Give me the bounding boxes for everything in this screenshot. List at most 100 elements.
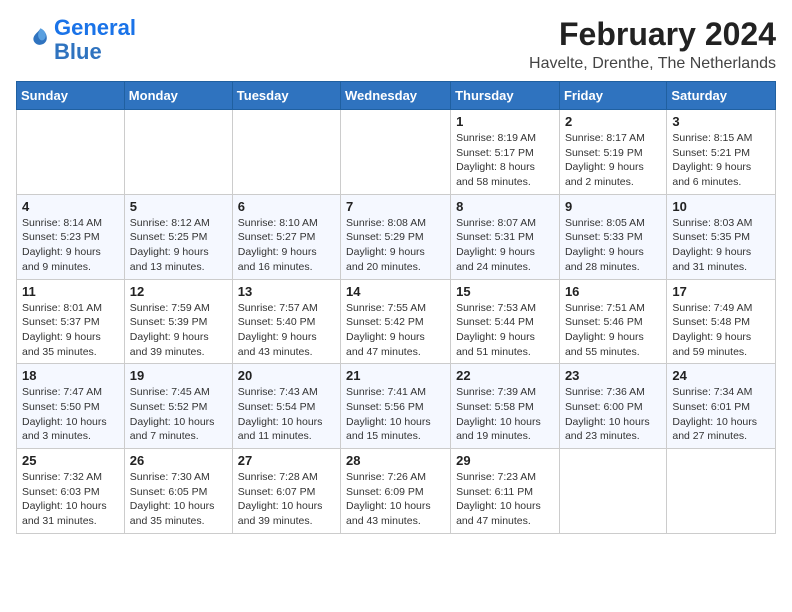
day-number: 25: [22, 453, 119, 468]
weekday-header-tuesday: Tuesday: [232, 82, 340, 110]
day-number: 28: [346, 453, 445, 468]
calendar-cell: 25 Sunrise: 7:32 AM Sunset: 6:03 PM Dayli…: [17, 449, 125, 534]
day-info: Sunrise: 7:34 AM Sunset: 6:01 PM Dayligh…: [672, 385, 770, 444]
calendar-cell: 10 Sunrise: 8:03 AM Sunset: 5:35 PM Dayli…: [667, 194, 776, 279]
day-info: Sunrise: 8:10 AM Sunset: 5:27 PM Dayligh…: [238, 216, 335, 275]
logo-icon: [18, 22, 50, 54]
day-number: 14: [346, 284, 445, 299]
weekday-header-friday: Friday: [559, 82, 666, 110]
logo: GeneralBlue: [16, 16, 136, 64]
calendar-cell: 4 Sunrise: 8:14 AM Sunset: 5:23 PM Daylig…: [17, 194, 125, 279]
calendar-cell: 18Sunrise: 7:47 AM Sunset: 5:50 PM Dayli…: [17, 364, 125, 449]
day-info: Sunrise: 8:14 AM Sunset: 5:23 PM Dayligh…: [22, 216, 119, 275]
calendar-cell: 22Sunrise: 7:39 AM Sunset: 5:58 PM Dayli…: [451, 364, 560, 449]
location-subtitle: Havelte, Drenthe, The Netherlands: [529, 55, 776, 73]
day-info: Sunrise: 8:07 AM Sunset: 5:31 PM Dayligh…: [456, 216, 554, 275]
weekday-header-saturday: Saturday: [667, 82, 776, 110]
calendar-cell: 24Sunrise: 7:34 AM Sunset: 6:01 PM Dayli…: [667, 364, 776, 449]
day-number: 2: [565, 114, 661, 129]
weekday-header-monday: Monday: [124, 82, 232, 110]
weekday-header-wednesday: Wednesday: [341, 82, 451, 110]
day-info: Sunrise: 7:28 AM Sunset: 6:07 PM Dayligh…: [238, 470, 335, 529]
day-info: Sunrise: 7:30 AM Sunset: 6:05 PM Dayligh…: [130, 470, 227, 529]
calendar-cell: [341, 110, 451, 195]
day-number: 15: [456, 284, 554, 299]
day-info: Sunrise: 7:59 AM Sunset: 5:39 PM Dayligh…: [130, 301, 227, 360]
calendar-cell: 20 Sunrise: 7:43 AM Sunset: 5:54 PM Dayli…: [232, 364, 340, 449]
calendar-week-row: 4 Sunrise: 8:14 AM Sunset: 5:23 PM Daylig…: [17, 194, 776, 279]
page-header: GeneralBlue February 2024 Havelte, Drent…: [16, 16, 776, 73]
day-number: 13: [238, 284, 335, 299]
calendar-cell: [667, 449, 776, 534]
day-info: Sunrise: 8:01 AM Sunset: 5:37 PM Dayligh…: [22, 301, 119, 360]
calendar-cell: 27 Sunrise: 7:28 AM Sunset: 6:07 PM Dayli…: [232, 449, 340, 534]
day-info: Sunrise: 7:47 AM Sunset: 5:50 PM Dayligh…: [22, 385, 119, 444]
day-number: 12: [130, 284, 227, 299]
day-info: Sunrise: 8:15 AM Sunset: 5:21 PM Dayligh…: [672, 131, 770, 190]
calendar-cell: 16 Sunrise: 7:51 AM Sunset: 5:46 PM Dayli…: [559, 279, 666, 364]
day-number: 17: [672, 284, 770, 299]
day-number: 5: [130, 199, 227, 214]
calendar-header-row: SundayMondayTuesdayWednesdayThursdayFrid…: [17, 82, 776, 110]
day-info: Sunrise: 8:12 AM Sunset: 5:25 PM Dayligh…: [130, 216, 227, 275]
calendar-cell: 11 Sunrise: 8:01 AM Sunset: 5:37 PM Dayli…: [17, 279, 125, 364]
day-number: 29: [456, 453, 554, 468]
day-number: 3: [672, 114, 770, 129]
day-info: Sunrise: 7:51 AM Sunset: 5:46 PM Dayligh…: [565, 301, 661, 360]
calendar-cell: 5 Sunrise: 8:12 AM Sunset: 5:25 PM Daylig…: [124, 194, 232, 279]
calendar-cell: 23Sunrise: 7:36 AM Sunset: 6:00 PM Dayli…: [559, 364, 666, 449]
weekday-header-thursday: Thursday: [451, 82, 560, 110]
calendar-cell: 21 Sunrise: 7:41 AM Sunset: 5:56 PM Dayli…: [341, 364, 451, 449]
day-number: 1: [456, 114, 554, 129]
day-info: Sunrise: 8:08 AM Sunset: 5:29 PM Dayligh…: [346, 216, 445, 275]
day-number: 20: [238, 368, 335, 383]
calendar-cell: 2 Sunrise: 8:17 AM Sunset: 5:19 PM Daylig…: [559, 110, 666, 195]
day-number: 26: [130, 453, 227, 468]
day-info: Sunrise: 8:03 AM Sunset: 5:35 PM Dayligh…: [672, 216, 770, 275]
day-number: 27: [238, 453, 335, 468]
day-info: Sunrise: 7:53 AM Sunset: 5:44 PM Dayligh…: [456, 301, 554, 360]
calendar-week-row: 18Sunrise: 7:47 AM Sunset: 5:50 PM Dayli…: [17, 364, 776, 449]
calendar-cell: 28 Sunrise: 7:26 AM Sunset: 6:09 PM Dayli…: [341, 449, 451, 534]
calendar-cell: 14 Sunrise: 7:55 AM Sunset: 5:42 PM Dayli…: [341, 279, 451, 364]
calendar-cell: 12 Sunrise: 7:59 AM Sunset: 5:39 PM Dayli…: [124, 279, 232, 364]
calendar-cell: 26 Sunrise: 7:30 AM Sunset: 6:05 PM Dayli…: [124, 449, 232, 534]
day-info: Sunrise: 8:19 AM Sunset: 5:17 PM Dayligh…: [456, 131, 554, 190]
day-info: Sunrise: 7:45 AM Sunset: 5:52 PM Dayligh…: [130, 385, 227, 444]
day-number: 10: [672, 199, 770, 214]
calendar-cell: 1 Sunrise: 8:19 AM Sunset: 5:17 PM Daylig…: [451, 110, 560, 195]
calendar-cell: 7Sunrise: 8:08 AM Sunset: 5:29 PM Daylig…: [341, 194, 451, 279]
calendar-table: SundayMondayTuesdayWednesdayThursdayFrid…: [16, 81, 776, 534]
day-info: Sunrise: 7:55 AM Sunset: 5:42 PM Dayligh…: [346, 301, 445, 360]
calendar-cell: 15 Sunrise: 7:53 AM Sunset: 5:44 PM Dayli…: [451, 279, 560, 364]
calendar-week-row: 25 Sunrise: 7:32 AM Sunset: 6:03 PM Dayli…: [17, 449, 776, 534]
day-info: Sunrise: 7:57 AM Sunset: 5:40 PM Dayligh…: [238, 301, 335, 360]
day-number: 21: [346, 368, 445, 383]
month-year-title: February 2024: [529, 16, 776, 53]
day-info: Sunrise: 7:26 AM Sunset: 6:09 PM Dayligh…: [346, 470, 445, 529]
calendar-cell: [232, 110, 340, 195]
day-number: 19: [130, 368, 227, 383]
day-info: Sunrise: 8:05 AM Sunset: 5:33 PM Dayligh…: [565, 216, 661, 275]
day-number: 16: [565, 284, 661, 299]
day-number: 8: [456, 199, 554, 214]
day-info: Sunrise: 7:23 AM Sunset: 6:11 PM Dayligh…: [456, 470, 554, 529]
day-info: Sunrise: 7:32 AM Sunset: 6:03 PM Dayligh…: [22, 470, 119, 529]
day-number: 23: [565, 368, 661, 383]
day-number: 6: [238, 199, 335, 214]
day-info: Sunrise: 7:49 AM Sunset: 5:48 PM Dayligh…: [672, 301, 770, 360]
calendar-cell: 3 Sunrise: 8:15 AM Sunset: 5:21 PM Daylig…: [667, 110, 776, 195]
day-info: Sunrise: 7:39 AM Sunset: 5:58 PM Dayligh…: [456, 385, 554, 444]
day-info: Sunrise: 7:43 AM Sunset: 5:54 PM Dayligh…: [238, 385, 335, 444]
calendar-cell: 29 Sunrise: 7:23 AM Sunset: 6:11 PM Dayli…: [451, 449, 560, 534]
day-number: 11: [22, 284, 119, 299]
calendar-cell: [17, 110, 125, 195]
day-info: Sunrise: 7:41 AM Sunset: 5:56 PM Dayligh…: [346, 385, 445, 444]
calendar-cell: 19 Sunrise: 7:45 AM Sunset: 5:52 PM Dayli…: [124, 364, 232, 449]
calendar-cell: 13 Sunrise: 7:57 AM Sunset: 5:40 PM Dayli…: [232, 279, 340, 364]
title-block: February 2024 Havelte, Drenthe, The Neth…: [529, 16, 776, 73]
logo-text: GeneralBlue: [54, 16, 136, 64]
day-info: Sunrise: 8:17 AM Sunset: 5:19 PM Dayligh…: [565, 131, 661, 190]
day-number: 4: [22, 199, 119, 214]
calendar-cell: 17 Sunrise: 7:49 AM Sunset: 5:48 PM Dayli…: [667, 279, 776, 364]
